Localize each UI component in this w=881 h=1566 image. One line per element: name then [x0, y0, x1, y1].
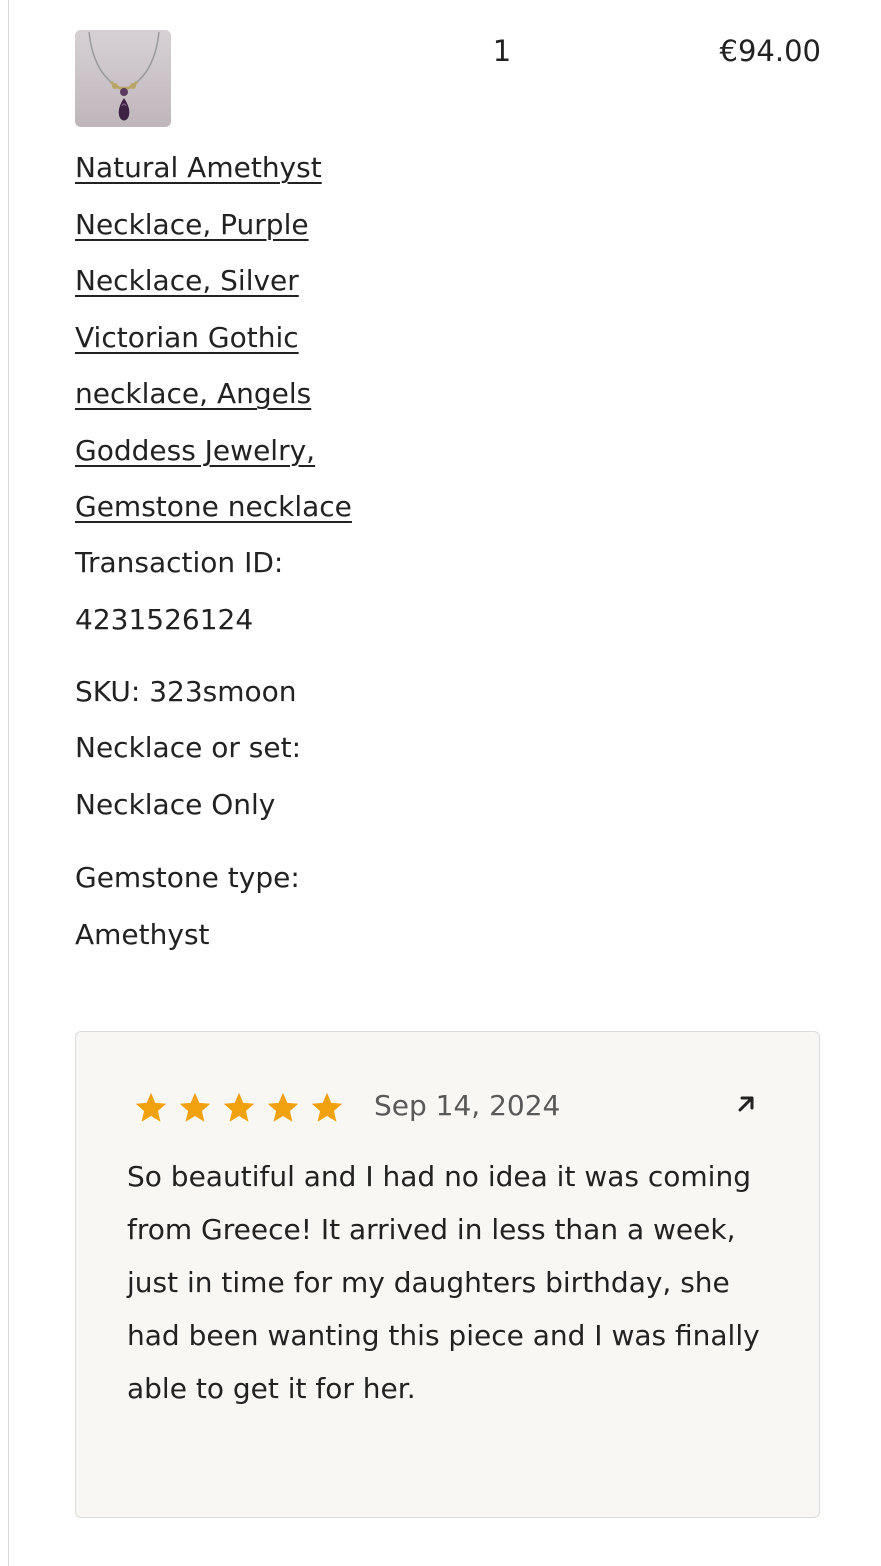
review-card: Sep 14, 2024 So beautiful and I had no i…: [75, 1031, 820, 1518]
necklace-or-set-value: Necklace Only: [75, 787, 276, 821]
star-icon: [267, 1092, 299, 1122]
review-text: So beautiful and I had no idea it was co…: [127, 1160, 760, 1405]
star-icon: [179, 1092, 211, 1122]
product-thumbnail[interactable]: [75, 30, 171, 127]
arrow-up-right-icon[interactable]: [732, 1090, 760, 1118]
transaction-id-value: 4231526124: [75, 602, 254, 636]
item-price: €94.00: [719, 34, 821, 68]
gemstone-type-value: Amethyst: [75, 917, 210, 951]
star-icon: [311, 1092, 343, 1122]
necklace-or-set: Necklace or set: Necklace Only: [75, 720, 405, 833]
review-date: Sep 14, 2024: [374, 1089, 561, 1122]
star-rating: [132, 1090, 346, 1126]
sku: SKU: 323smoon: [75, 675, 297, 708]
star-icon: [223, 1092, 255, 1122]
necklace-photo-icon: [75, 30, 171, 127]
transaction-id: Transaction ID: 4231526124: [75, 535, 405, 648]
quantity: 1: [492, 34, 512, 68]
star-icon: [135, 1092, 167, 1122]
necklace-or-set-label: Necklace or set:: [75, 731, 302, 764]
gemstone-type-label: Gemstone type:: [75, 861, 300, 894]
left-divider: [8, 0, 9, 1566]
gemstone-type: Gemstone type: Amethyst: [75, 850, 405, 963]
product-title-link[interactable]: Natural Amethyst Necklace, Purple Neckla…: [75, 140, 405, 536]
transaction-id-label: Transaction ID:: [75, 546, 284, 579]
